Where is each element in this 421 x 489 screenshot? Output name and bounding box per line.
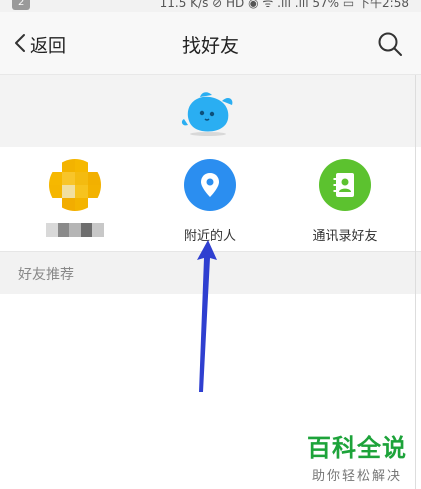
watermark-logo: 百科全说 助你轻松解决 [307,428,407,484]
watermark-title: 百科全说 [307,434,407,462]
watermark-subtitle: 助你轻松解决 [311,469,402,484]
annotation-arrow-icon [197,240,217,392]
